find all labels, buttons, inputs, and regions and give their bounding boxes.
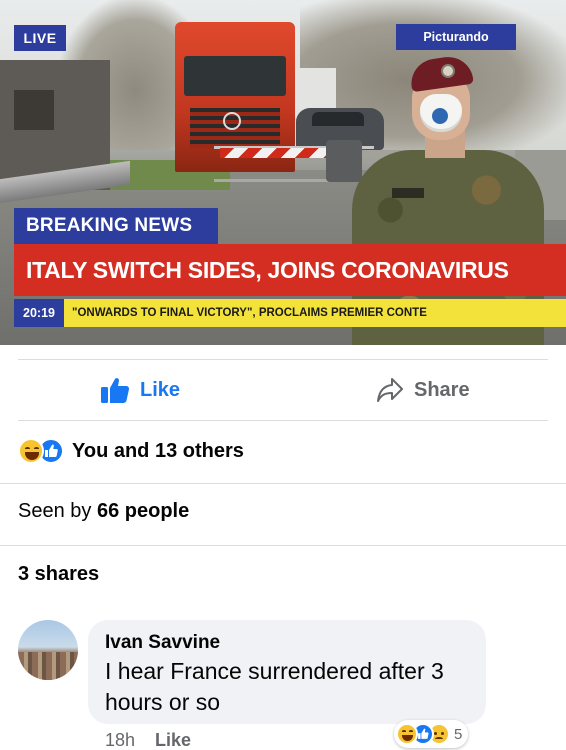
comment-meta: 18h Like [105, 730, 191, 750]
mini-haha-eye-right [409, 730, 413, 733]
haha-icon [18, 438, 44, 464]
news-image[interactable]: LIVE Picturando BREAKING NEWS ITALY SWIT… [0, 0, 566, 345]
car-window [312, 112, 364, 126]
divider-actions [18, 420, 548, 421]
live-badge: LIVE [14, 25, 66, 51]
comment-author[interactable]: Ivan Savvine [105, 632, 220, 654]
barrier-stripe [220, 148, 330, 158]
uniform-name-tag [392, 188, 424, 198]
mini-haha-mouth [402, 735, 413, 741]
haha-eye-right [34, 447, 39, 450]
seen-by-prefix: Seen by [18, 500, 92, 522]
barrier-post [326, 140, 362, 182]
seen-by-count: 66 people [96, 500, 190, 522]
avatar[interactable] [18, 620, 78, 680]
share-button[interactable]: Share [376, 368, 470, 412]
news-headline: ITALY SWITCH SIDES, JOINS CORONAVIRUS [14, 244, 566, 296]
reactions-text: You and 13 others [72, 439, 244, 462]
breaking-news-label: BREAKING NEWS [14, 208, 218, 244]
sad-eye-right [441, 732, 444, 735]
ticker-text: "ONWARDS TO FINAL VICTORY", PROCLAIMS PR… [72, 307, 427, 319]
avatar-town-photo [18, 652, 78, 680]
haha-mouth [25, 452, 39, 460]
haha-icon [396, 723, 418, 745]
source-badge: Picturando [396, 24, 516, 50]
haha-eye-left [25, 447, 30, 450]
building-window [14, 90, 54, 130]
truck-windshield [184, 56, 286, 96]
like-button[interactable]: Like [100, 368, 180, 412]
shares-count[interactable]: 3 shares [18, 563, 99, 586]
share-label: Share [414, 378, 470, 401]
comment-reactions[interactable]: 5 [394, 720, 469, 748]
beret-badge [441, 64, 455, 78]
thumbs-up-icon [100, 376, 130, 404]
comment-like-link[interactable]: Like [155, 730, 191, 750]
comment-text: I hear France surrendered after 3 hours … [105, 658, 444, 715]
sad-eye-left [434, 732, 437, 735]
divider-seen [0, 545, 566, 546]
reactions-summary[interactable]: You and 13 others [18, 434, 244, 468]
divider-top [18, 359, 548, 360]
mini-haha-eye-left [402, 730, 406, 733]
mask-valve [432, 108, 448, 124]
like-label: Like [140, 378, 181, 401]
ticker-time: 20:19 [14, 299, 64, 327]
comment-timestamp[interactable]: 18h [105, 730, 135, 750]
comment-reaction-count: 5 [454, 725, 463, 743]
sad-mouth [435, 737, 443, 741]
seen-by[interactable]: Seen by 66 people [18, 500, 189, 523]
divider-reactions [0, 483, 566, 484]
share-arrow-icon [376, 377, 404, 403]
truck-logo [223, 112, 241, 130]
